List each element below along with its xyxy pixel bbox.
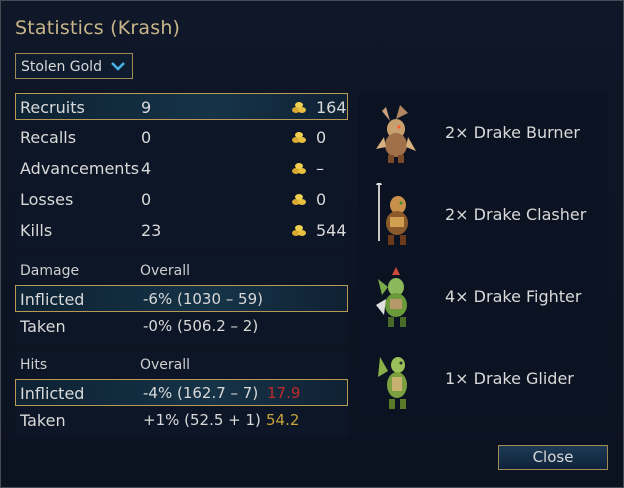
row-label: Taken — [20, 317, 66, 336]
row-count: 0 — [141, 128, 152, 147]
damage-panel: Damage Overall Inflicted -6% (1030 – 59)… — [15, 257, 348, 343]
row-label: Kills — [20, 221, 53, 240]
row-value: +1% (52.5 + 1) — [143, 411, 261, 429]
dialog-title: Statistics (Krash) — [15, 17, 181, 39]
damage-row-taken[interactable]: Taken -0% (506.2 – 2) — [15, 313, 348, 340]
damage-row-inflicted[interactable]: Inflicted -6% (1030 – 59) — [15, 285, 348, 312]
summary-row-losses[interactable]: Losses 0 0 — [15, 186, 348, 213]
close-button[interactable]: Close — [498, 445, 608, 470]
row-extra-value: 17.9 — [267, 384, 301, 402]
hits-row-taken[interactable]: Taken +1% (52.5 + 1) 54.2 — [15, 407, 348, 434]
unit-entry[interactable]: 1× Drake Glider — [358, 339, 608, 419]
gold-coins-icon — [292, 225, 306, 236]
row-gold: – — [316, 159, 324, 178]
row-count: 23 — [141, 221, 162, 240]
row-gold: 164 — [316, 98, 347, 117]
row-label: Recalls — [20, 128, 77, 147]
unit-name: 1× Drake Glider — [445, 369, 574, 388]
hits-row-inflicted[interactable]: Inflicted -4% (162.7 – 7) 17.9 — [15, 379, 348, 406]
chevron-down-icon — [111, 62, 125, 71]
unit-entry[interactable]: 4× Drake Fighter — [358, 257, 608, 337]
row-value: -6% (1030 – 59) — [143, 290, 263, 308]
summary-row-kills[interactable]: Kills 23 544 — [15, 217, 348, 244]
gold-coins-icon — [292, 132, 306, 143]
gold-coins-icon — [292, 102, 306, 113]
row-gold: 544 — [316, 221, 347, 240]
summary-row-recalls[interactable]: Recalls 0 0 — [15, 124, 348, 151]
damage-header: Damage — [20, 263, 80, 279]
gold-coins-icon — [292, 163, 306, 174]
stat-type-dropdown[interactable]: Stolen Gold — [15, 53, 133, 79]
drake-clasher-icon — [376, 183, 408, 245]
hits-overall-header: Overall — [140, 357, 191, 373]
row-label: Inflicted — [20, 384, 85, 403]
row-value: -4% (162.7 – 7) — [143, 384, 259, 402]
dropdown-selected-label: Stolen Gold — [21, 59, 102, 75]
unit-entry[interactable]: 2× Drake Burner — [358, 93, 608, 173]
drake-burner-icon — [376, 105, 416, 163]
gold-coins-icon — [292, 194, 306, 205]
row-count: 0 — [141, 190, 152, 209]
row-label: Taken — [20, 411, 66, 430]
row-label: Losses — [20, 190, 74, 209]
hits-panel: Hits Overall Inflicted -4% (162.7 – 7) 1… — [15, 351, 348, 437]
unit-name: 4× Drake Fighter — [445, 287, 582, 306]
unit-name: 2× Drake Clasher — [445, 205, 587, 224]
unit-entry[interactable]: 2× Drake Clasher — [358, 175, 608, 255]
drake-fighter-icon — [376, 267, 407, 327]
summary-panel: Recruits 9 164 Recalls 0 0 Advancements … — [15, 92, 348, 247]
row-gold: 0 — [316, 128, 327, 147]
row-label: Recruits — [20, 98, 85, 117]
unit-name: 2× Drake Burner — [445, 123, 580, 142]
drake-glider-icon — [378, 357, 407, 409]
damage-overall-header: Overall — [140, 263, 191, 279]
summary-row-recruits[interactable]: Recruits 9 164 — [15, 93, 348, 120]
row-count: 4 — [141, 159, 152, 178]
hits-header: Hits — [20, 357, 48, 373]
units-panel: 2× Drake Burner 2× Drake Clasher 4× Drak… — [358, 92, 608, 418]
row-extra-value: 54.2 — [266, 411, 300, 429]
summary-row-advancements[interactable]: Advancements 4 – — [15, 155, 348, 182]
row-gold: 0 — [316, 190, 327, 209]
row-label: Inflicted — [20, 290, 85, 309]
row-count: 9 — [141, 98, 152, 117]
row-label: Advancements — [20, 159, 140, 178]
row-value: -0% (506.2 – 2) — [143, 317, 259, 335]
statistics-dialog: Statistics (Krash) Stolen Gold Recruits … — [0, 0, 624, 488]
